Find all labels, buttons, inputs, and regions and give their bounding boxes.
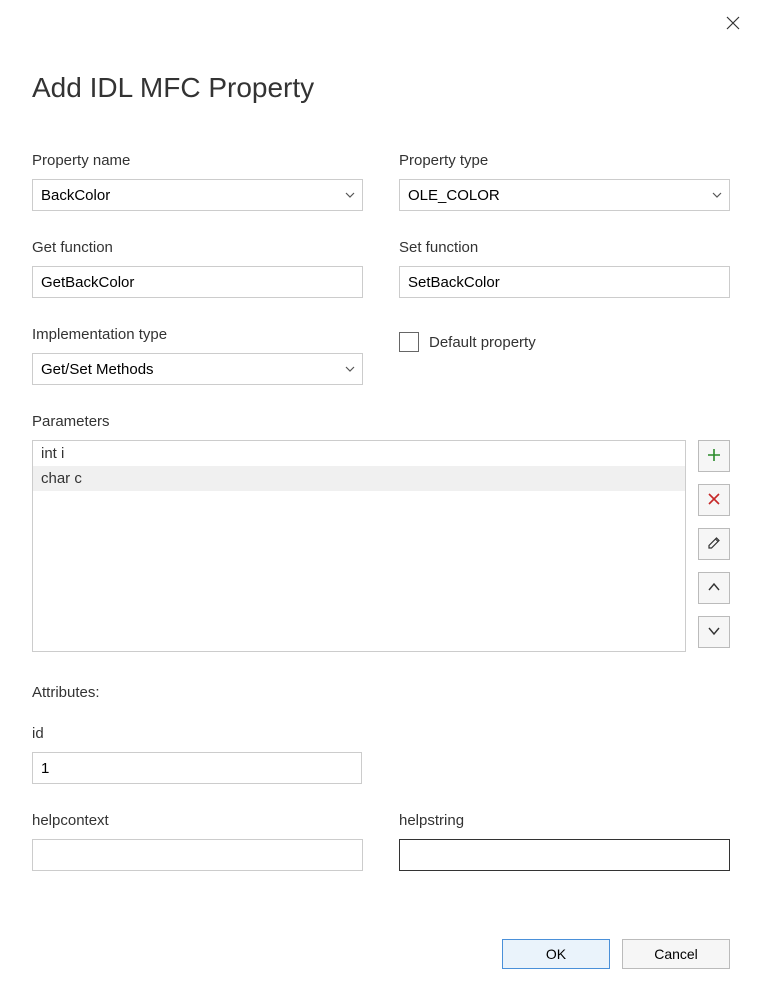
implementation-type-input[interactable]	[32, 353, 363, 385]
move-up-button[interactable]	[698, 572, 730, 604]
close-icon	[726, 16, 740, 35]
id-input[interactable]	[32, 752, 362, 784]
chevron-down-icon	[706, 623, 722, 642]
parameters-label: Parameters	[32, 413, 730, 430]
helpcontext-label: helpcontext	[32, 812, 363, 829]
parameter-item[interactable]: int i	[33, 441, 685, 466]
property-name-input[interactable]	[32, 179, 363, 211]
implementation-type-label: Implementation type	[32, 326, 363, 343]
id-label: id	[32, 725, 730, 742]
property-type-label: Property type	[399, 152, 730, 169]
get-function-input[interactable]	[32, 266, 363, 298]
move-down-button[interactable]	[698, 616, 730, 648]
property-name-label: Property name	[32, 152, 363, 169]
cancel-button[interactable]: Cancel	[622, 939, 730, 969]
set-function-label: Set function	[399, 239, 730, 256]
default-property-checkbox[interactable]	[399, 332, 419, 352]
attributes-heading: Attributes:	[32, 684, 730, 701]
parameter-item[interactable]: char c	[33, 466, 685, 491]
remove-parameter-button[interactable]	[698, 484, 730, 516]
parameters-list[interactable]: int i char c	[32, 440, 686, 652]
chevron-up-icon	[706, 579, 722, 598]
helpcontext-input[interactable]	[32, 839, 363, 871]
set-function-input[interactable]	[399, 266, 730, 298]
property-type-input[interactable]	[399, 179, 730, 211]
default-property-label: Default property	[429, 334, 536, 351]
plus-icon	[706, 447, 722, 466]
helpstring-input[interactable]	[399, 839, 730, 871]
get-function-label: Get function	[32, 239, 363, 256]
edit-parameter-button[interactable]	[698, 528, 730, 560]
add-parameter-button[interactable]	[698, 440, 730, 472]
pencil-icon	[706, 535, 722, 554]
ok-button[interactable]: OK	[502, 939, 610, 969]
close-button[interactable]	[724, 16, 742, 34]
helpstring-label: helpstring	[399, 812, 730, 829]
x-icon	[706, 491, 722, 510]
dialog-title: Add IDL MFC Property	[0, 0, 762, 104]
